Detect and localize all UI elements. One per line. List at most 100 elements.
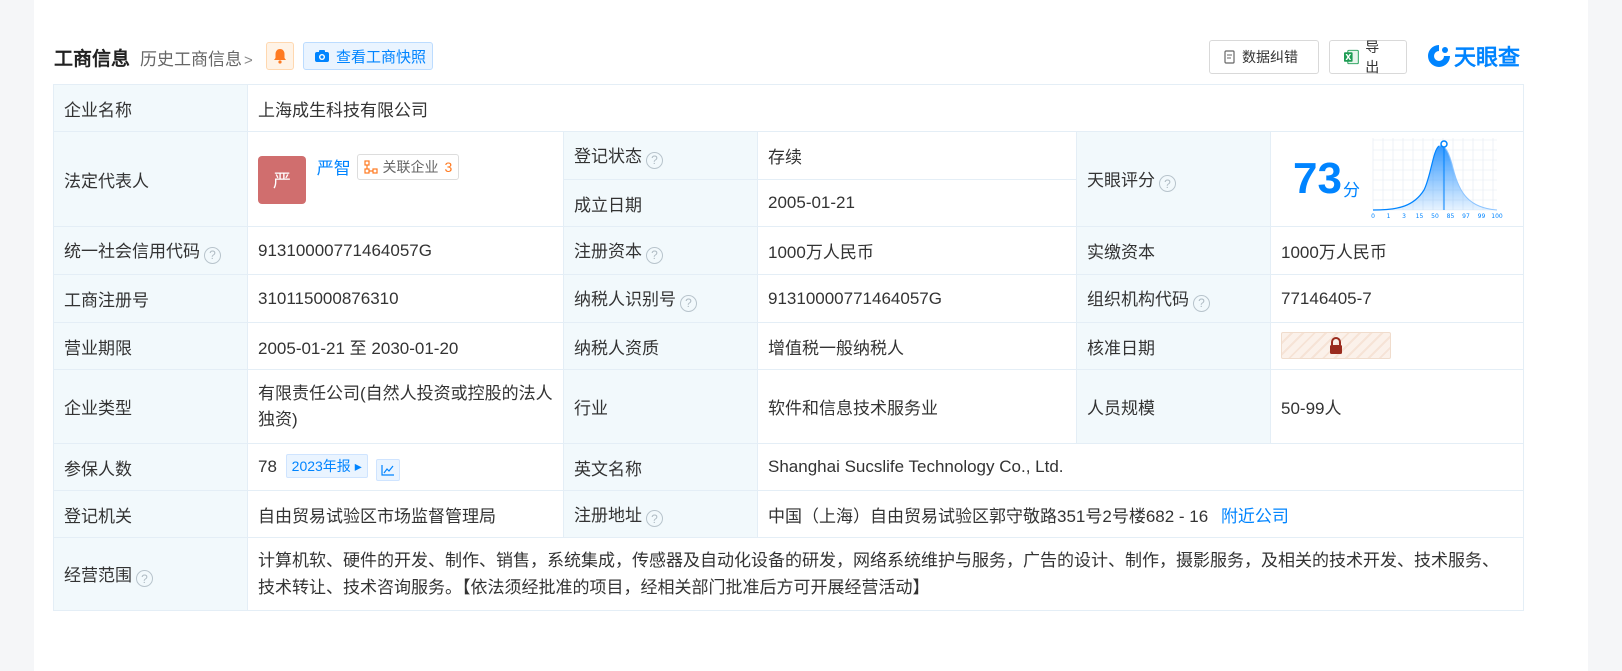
reg-no-label: 工商注册号 — [53, 274, 248, 323]
legal-rep-cell: 严 严智 关联企业 3 — [247, 131, 564, 227]
founded-label: 成立日期 — [563, 179, 758, 227]
tianyan-score-cell[interactable]: 73 分 0 1 3 15 50 85 97 99 100 — [1269, 131, 1525, 227]
related-companies-badge[interactable]: 关联企业 3 — [357, 154, 460, 181]
annual-report-badge[interactable]: 2023年报 ▸ — [285, 453, 368, 478]
tianyancha-logo-icon — [1428, 45, 1450, 67]
approval-date-cell — [1269, 322, 1525, 370]
term-value: 2005-01-21 至 2030-01-20 — [247, 322, 564, 370]
question-icon[interactable]: ? — [646, 151, 663, 169]
company-type-value: 有限责任公司(自然人投资或控股的法人独资) — [247, 369, 564, 444]
score-tick-label: 3 — [1402, 213, 1406, 220]
data-fix-label: 数据纠错 — [1242, 49, 1298, 65]
insured-value: 78 — [258, 456, 277, 476]
bell-icon — [274, 49, 286, 64]
section-header: 工商信息 历史工商信息 > 查看工商快照 数据纠错 X 导出 天眼查 — [54, 39, 1524, 75]
taxpayer-qual-label: 纳税人资质 — [563, 322, 758, 370]
insured-cell: 78 2023年报 ▸ — [247, 443, 564, 491]
company-type-label: 企业类型 — [53, 369, 248, 444]
legal-rep-avatar[interactable]: 严 — [258, 155, 306, 204]
snapshot-label: 查看工商快照 — [336, 48, 427, 66]
tianyancha-logo: 天眼查 — [1426, 41, 1520, 71]
chevron-right-icon: > — [244, 52, 253, 69]
question-icon[interactable]: ? — [204, 246, 221, 264]
score-widget: 73 分 0 1 3 15 50 85 97 99 100 — [1271, 132, 1523, 226]
lock-icon — [1330, 336, 1342, 354]
reg-capital-value: 1000万人民币 — [757, 226, 1077, 275]
tianyan-score-label-text: 天眼评分 — [1087, 170, 1155, 190]
tianyan-score-label: 天眼评分? — [1076, 131, 1271, 227]
business-scope-label: 经营范围? — [53, 537, 248, 611]
taxpayer-id-label: 纳税人识别号? — [563, 274, 758, 323]
score-tick-label: 1 — [1387, 213, 1391, 220]
table-row: 参保人数 78 2023年报 ▸ 英文名称 Shanghai Sucslife … — [53, 443, 1525, 491]
score-tick-label: 99 — [1478, 213, 1486, 220]
section-title: 工商信息 — [54, 49, 131, 70]
credit-code-label: 统一社会信用代码? — [53, 226, 248, 275]
history-info-label: 历史工商信息 — [140, 50, 242, 69]
english-name-label: 英文名称 — [563, 443, 758, 491]
reg-authority-value: 自由贸易试验区市场监督管理局 — [247, 490, 564, 538]
export-label: 导出 — [1365, 39, 1380, 75]
score-tick-label: 15 — [1416, 213, 1424, 220]
business-info-table: 企业名称 上海成生科技有限公司 法定代表人 严 严智 关联企业 3 登记状态? — [53, 84, 1525, 611]
business-scope-value: 计算机软、硬件的开发、制作、销售，系统集成，传感器及自动化设备的研发，网络系统维… — [246, 537, 1525, 611]
history-info-link[interactable]: 历史工商信息 > — [140, 45, 253, 70]
trend-chart-icon — [381, 464, 395, 476]
monitor-bell-button[interactable] — [266, 42, 294, 70]
score-tick-label: 50 — [1431, 213, 1439, 220]
legal-rep-name-link[interactable]: 严智 — [317, 159, 351, 178]
paid-capital-label: 实缴资本 — [1076, 226, 1271, 275]
insured-label: 参保人数 — [53, 443, 248, 491]
question-icon[interactable]: ? — [646, 246, 663, 264]
reg-address-label-text: 注册地址 — [574, 505, 642, 525]
paid-capital-value: 1000万人民币 — [1269, 226, 1525, 275]
table-row: 统一社会信用代码? 91310000771464057G 注册资本? 1000万… — [53, 226, 1525, 275]
company-name-label: 企业名称 — [53, 84, 248, 132]
camera-icon — [315, 50, 329, 62]
question-icon[interactable]: ? — [1159, 175, 1176, 193]
nearby-companies-link[interactable]: 附近公司 — [1221, 507, 1289, 526]
related-companies-label: 关联企业 — [382, 159, 439, 176]
annual-report-label: 2023年报 — [291, 457, 351, 474]
insured-trend-button[interactable] — [376, 458, 401, 481]
business-info-card: 工商信息 历史工商信息 > 查看工商快照 数据纠错 X 导出 天眼查 企业名称 … — [34, 0, 1588, 671]
table-row: 营业期限 2005-01-21 至 2030-01-20 纳税人资质 增值税一般… — [53, 322, 1525, 370]
table-row: 工商注册号 310115000876310 纳税人识别号? 9131000077… — [53, 274, 1525, 323]
snapshot-button[interactable]: 查看工商快照 — [303, 42, 433, 70]
score-tick-label: 85 — [1447, 213, 1455, 220]
related-companies-count: 3 — [444, 159, 453, 176]
table-row: 企业名称 上海成生科技有限公司 — [53, 84, 1525, 132]
reg-no-value: 310115000876310 — [247, 274, 564, 323]
score-tick-label: 97 — [1462, 213, 1470, 220]
taxpayer-qual-value: 增值税一般纳税人 — [757, 322, 1077, 370]
industry-label: 行业 — [563, 369, 758, 444]
reg-capital-label-text: 注册资本 — [574, 242, 642, 262]
logo-text: 天眼查 — [1454, 45, 1521, 70]
reg-status-value: 存续 — [757, 131, 1077, 180]
table-row: 企业类型 有限责任公司(自然人投资或控股的法人独资) 行业 软件和信息技术服务业… — [53, 369, 1525, 444]
question-icon[interactable]: ? — [136, 570, 153, 588]
staff-size-value: 50-99人 — [1269, 369, 1525, 444]
reg-capital-label: 注册资本? — [563, 226, 758, 275]
related-company-icon — [364, 160, 379, 174]
reg-address-value: 中国（上海）自由贸易试验区郭守敬路351号2号楼682 - 16 — [768, 506, 1209, 526]
staff-size-label: 人员规模 — [1076, 369, 1271, 444]
taxpayer-id-label-text: 纳税人识别号 — [574, 290, 676, 310]
score-number: 73 — [1293, 154, 1342, 203]
question-icon[interactable]: ? — [646, 510, 663, 528]
reg-status-label-text: 登记状态 — [574, 147, 642, 167]
approval-date-locked[interactable] — [1281, 332, 1391, 360]
company-name-value: 上海成生科技有限公司 — [246, 84, 1525, 132]
data-fix-button[interactable]: 数据纠错 — [1209, 40, 1319, 74]
table-row: 登记机关 自由贸易试验区市场监督管理局 注册地址? 中国（上海）自由贸易试验区郭… — [53, 490, 1525, 538]
org-code-value: 77146405-7 — [1269, 274, 1525, 323]
question-icon[interactable]: ? — [680, 294, 697, 312]
export-button[interactable]: X 导出 — [1329, 39, 1407, 75]
credit-code-value: 91310000771464057G — [247, 226, 564, 275]
credit-code-label-text: 统一社会信用代码 — [64, 242, 200, 262]
table-row: 经营范围? 计算机软、硬件的开发、制作、销售，系统集成，传感器及自动化设备的研发… — [53, 537, 1525, 611]
question-icon[interactable]: ? — [1193, 294, 1210, 312]
score-distribution-chart: 0 1 3 15 50 85 97 99 100 — [1371, 138, 1503, 220]
reg-address-cell: 中国（上海）自由贸易试验区郭守敬路351号2号楼682 - 16 附近公司 — [756, 490, 1525, 538]
founded-value: 2005-01-21 — [757, 179, 1077, 227]
